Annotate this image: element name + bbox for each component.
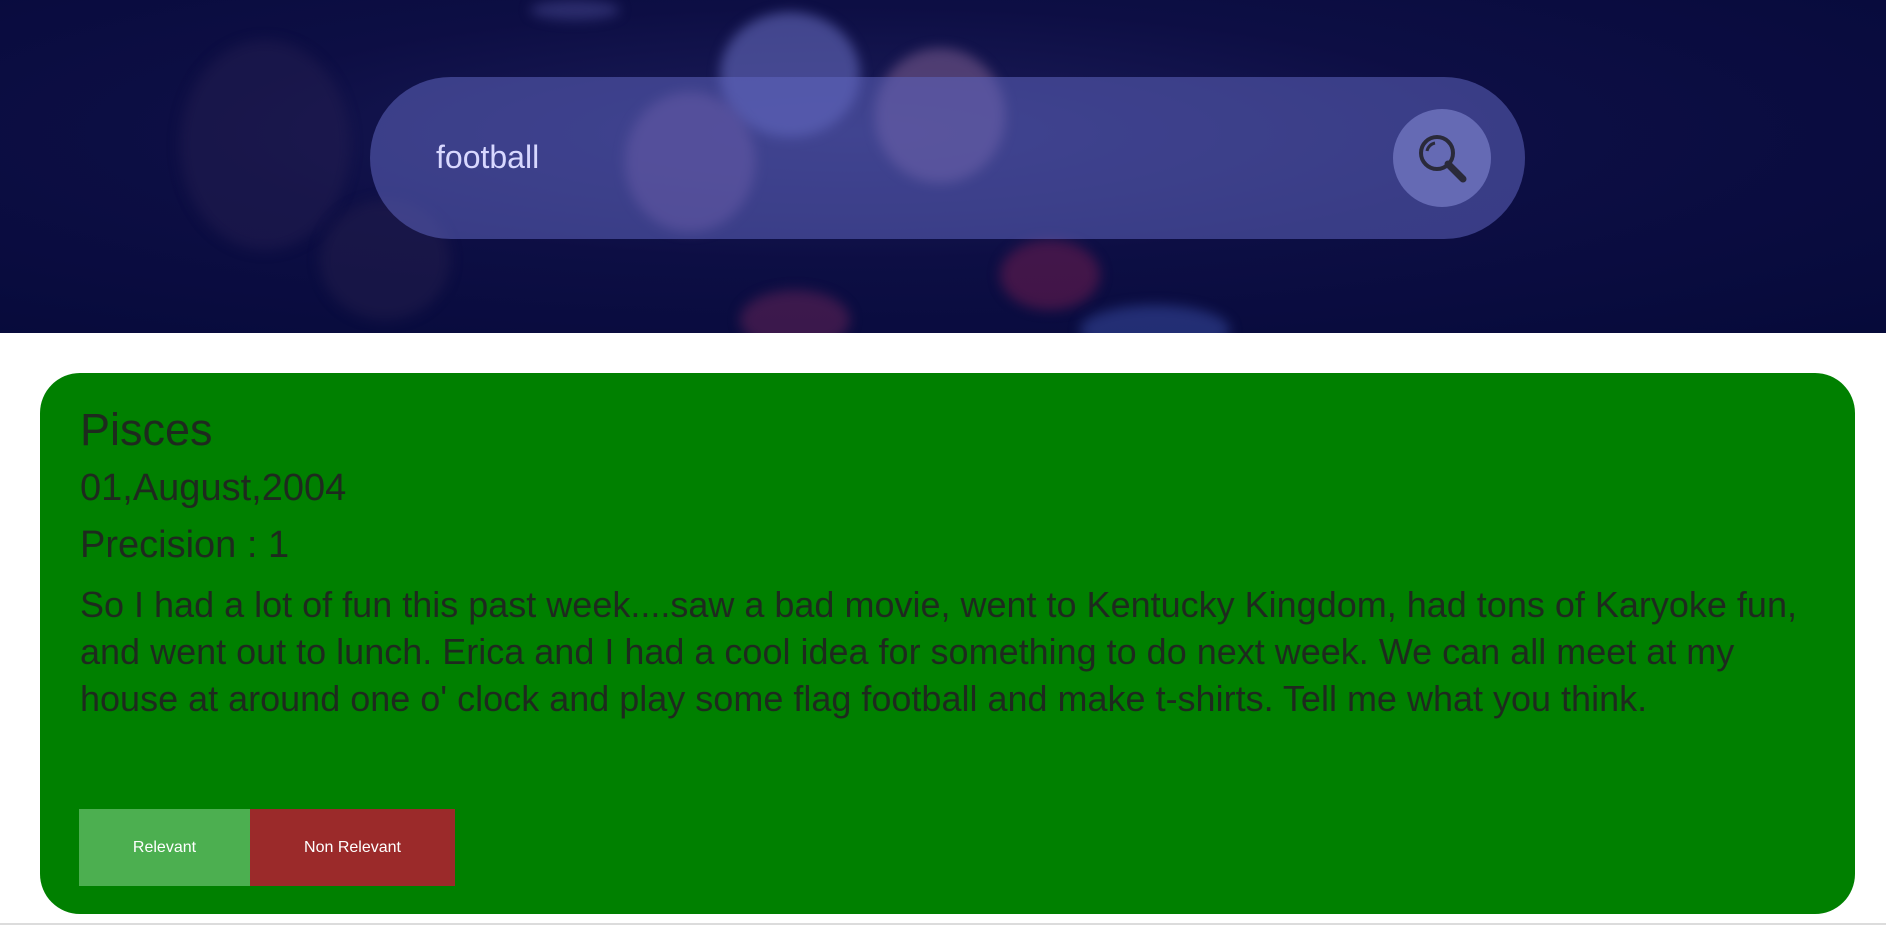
relevant-button[interactable]: Relevant <box>79 809 250 886</box>
bokeh-light <box>180 40 350 250</box>
search-icon <box>1419 135 1467 183</box>
hero-banner <box>0 0 1886 333</box>
result-text: So I had a lot of fun this past week....… <box>80 583 1797 719</box>
search-input[interactable] <box>436 122 1336 192</box>
bokeh-light <box>740 290 850 333</box>
search-button[interactable] <box>1393 109 1491 207</box>
bokeh-light <box>1080 305 1230 333</box>
search-bar <box>370 77 1525 239</box>
feedback-buttons: Relevant Non Relevant <box>79 809 455 886</box>
result-precision: Precision : 1 <box>80 524 290 567</box>
non-relevant-button[interactable]: Non Relevant <box>250 809 455 886</box>
result-card: Pisces 01,August,2004 Precision : 1 So I… <box>40 373 1855 914</box>
result-title: Pisces <box>80 404 213 455</box>
result-date: 01,August,2004 <box>80 467 347 510</box>
bokeh-light <box>530 0 620 20</box>
bokeh-light <box>1000 240 1100 310</box>
